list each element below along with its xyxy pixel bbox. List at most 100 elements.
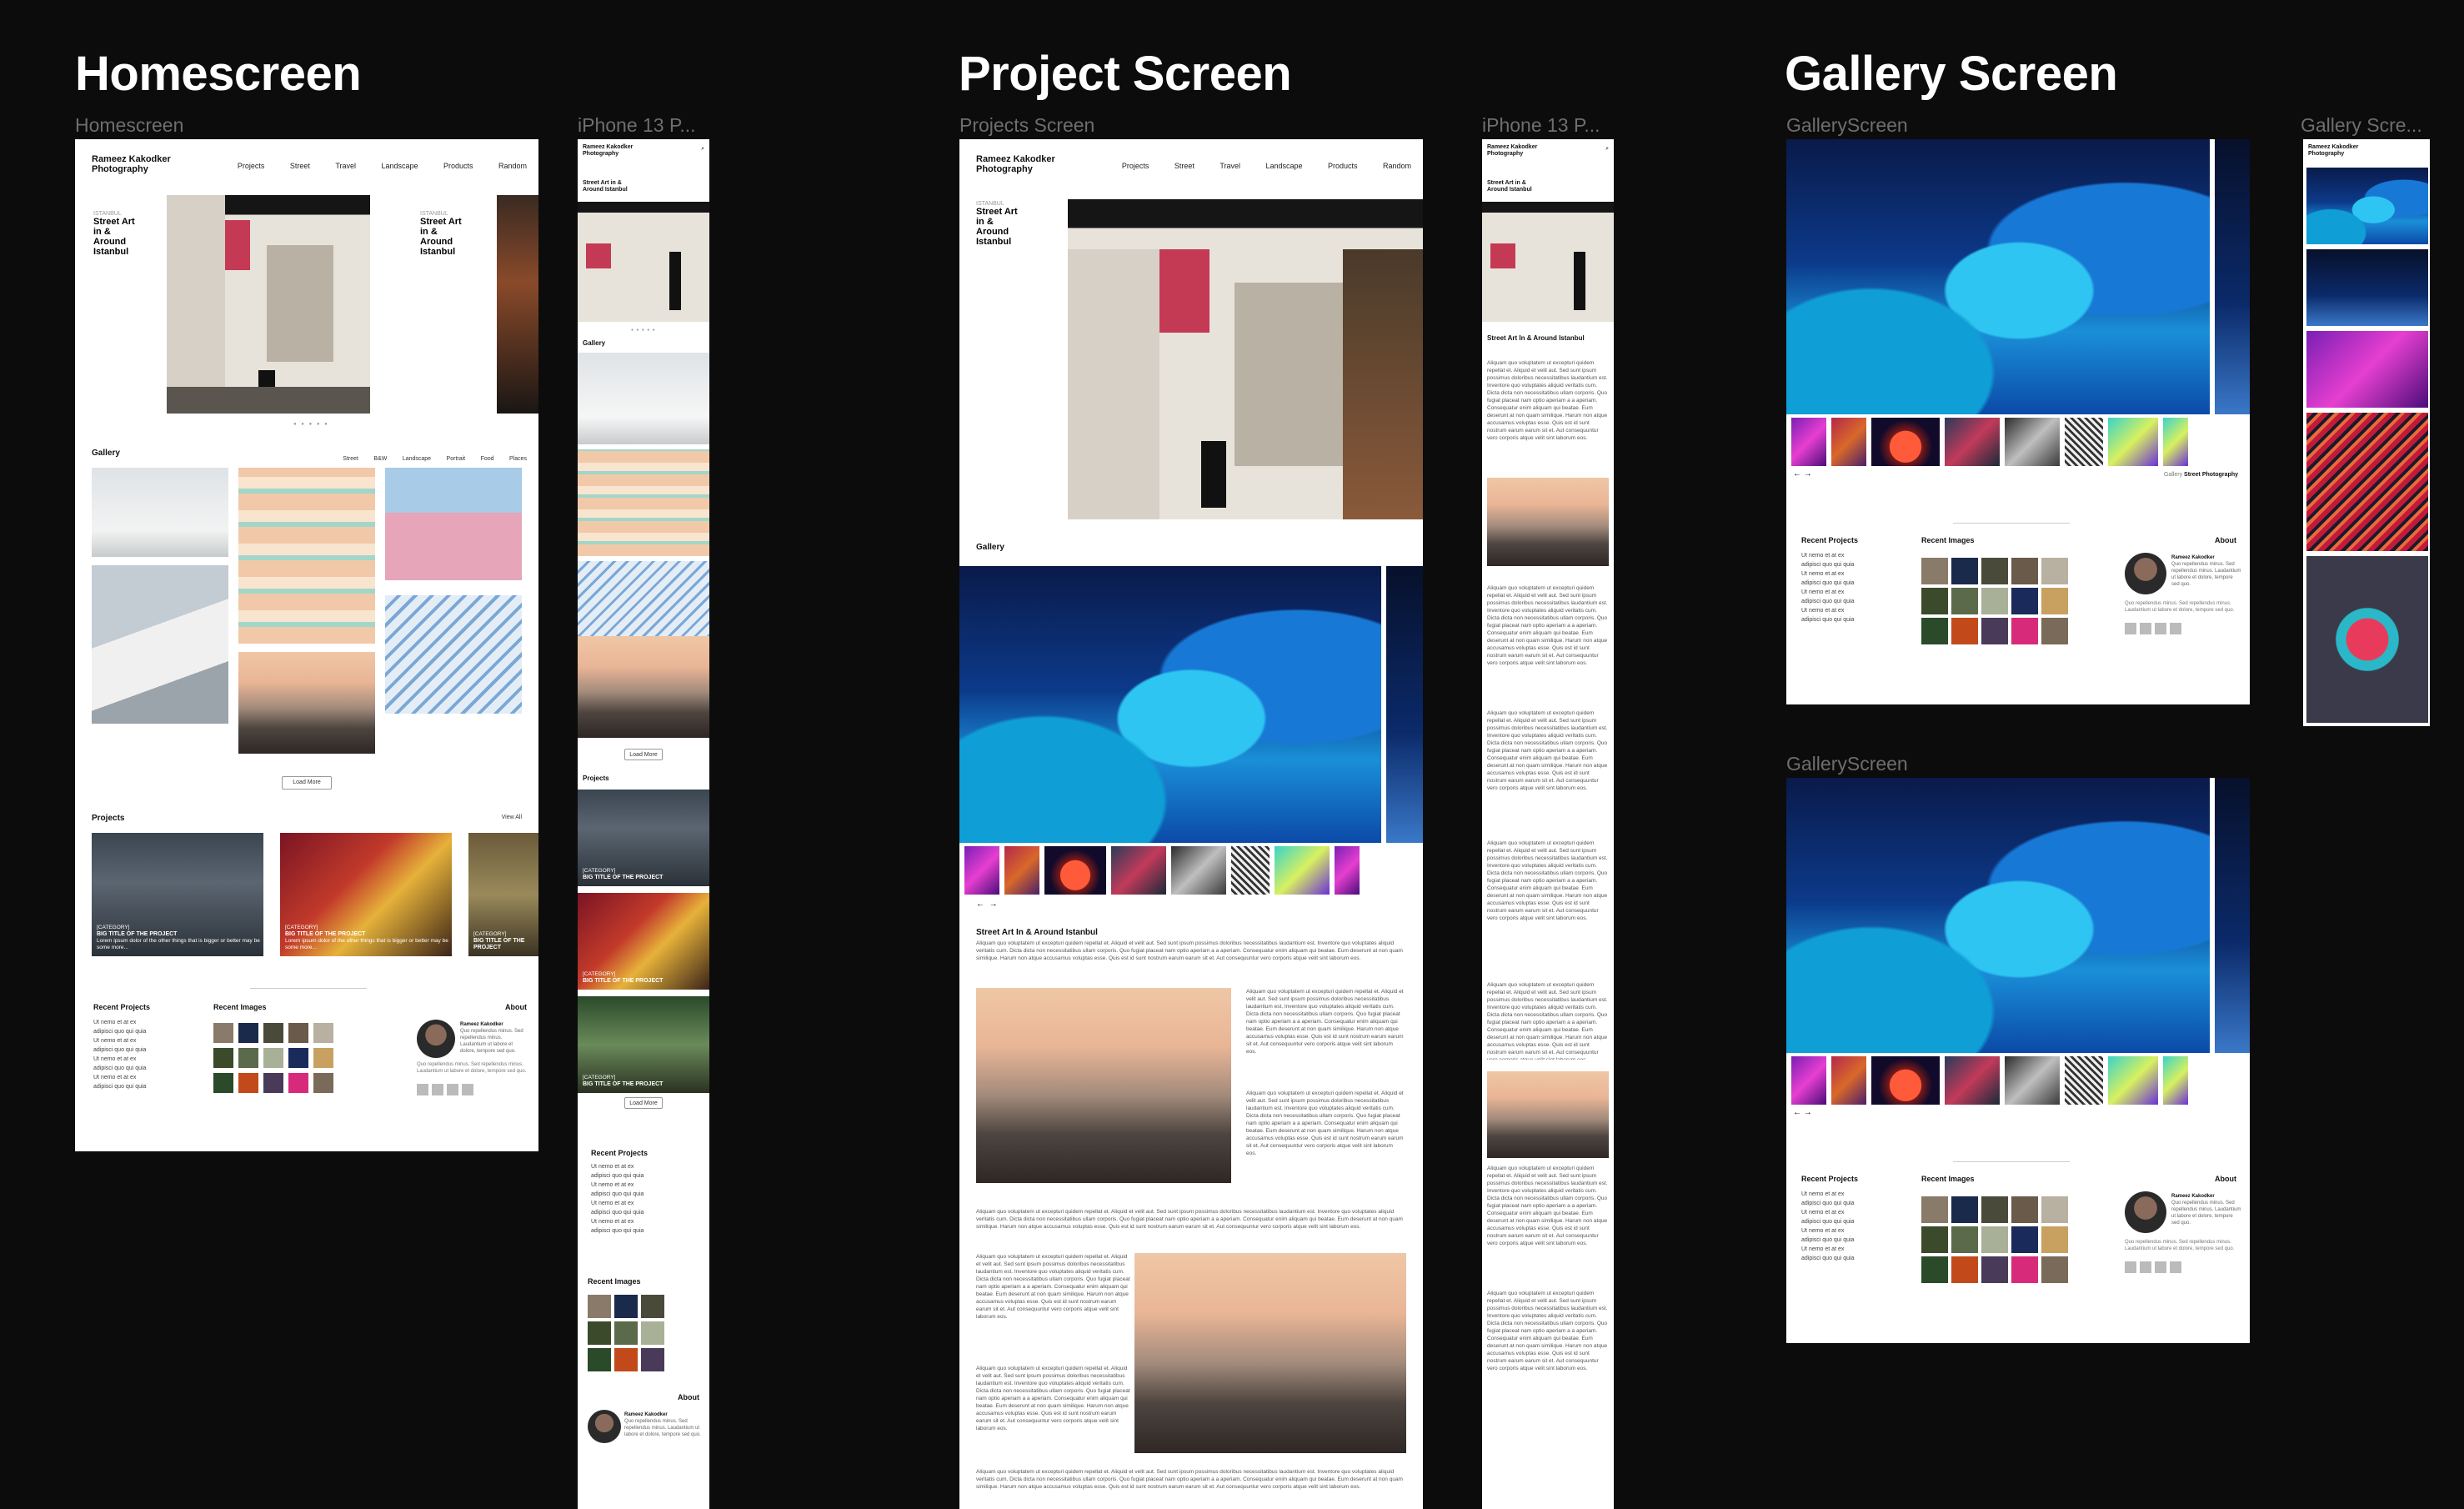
gallery-thumb[interactable]: [2065, 418, 2103, 466]
gallery-image-5[interactable]: [385, 468, 522, 580]
frame-label-project-mobile[interactable]: iPhone 13 P...: [1482, 114, 1600, 137]
frame-label-home-mobile[interactable]: iPhone 13 P...: [578, 114, 696, 137]
gallery2-social-icon[interactable]: [2170, 1261, 2181, 1273]
gallery2-footer-link[interactable]: Ut nemo et at ex: [1801, 1226, 1858, 1236]
gallery2-thumb[interactable]: [2163, 1056, 2188, 1105]
mobile-project-card-2[interactable]: [CATEGORY] BIG TITLE OF THE PROJECT: [578, 893, 709, 990]
gallery2-thumb[interactable]: [1791, 1056, 1826, 1105]
gallery-social-icon[interactable]: [2140, 623, 2151, 634]
project-article-image-1[interactable]: [976, 988, 1231, 1183]
gallery-footer-link[interactable]: adipisci quo qui quia: [1801, 615, 1858, 624]
footer-link[interactable]: adipisci quo qui quia: [93, 1027, 150, 1036]
frame-label-gallery-mobile[interactable]: Gallery Scre...: [2301, 114, 2422, 137]
mobile-recent-image-thumb[interactable]: [588, 1295, 611, 1318]
gallery-main-image[interactable]: [1786, 139, 2210, 414]
gallery2-thumb[interactable]: [2108, 1056, 2158, 1105]
mobile-recent-image-thumb[interactable]: [614, 1295, 638, 1318]
gallery-filter-portrait[interactable]: Portrait: [447, 456, 466, 462]
gallery-image-6[interactable]: [385, 595, 522, 714]
footer-link[interactable]: adipisci quo qui quia: [93, 1064, 150, 1073]
recent-image-thumb[interactable]: [238, 1073, 258, 1093]
mobile-project-card-3[interactable]: [CATEGORY] BIG TITLE OF THE PROJECT: [578, 996, 709, 1093]
gallery-footer-link[interactable]: Ut nemo et at ex: [1801, 569, 1858, 579]
nav-random[interactable]: Random: [498, 162, 527, 170]
gallery-image-2[interactable]: [92, 565, 228, 724]
gallery-footer-link[interactable]: Ut nemo et at ex: [1801, 588, 1858, 597]
gallery-recent-thumb[interactable]: [1951, 588, 1978, 614]
gallery-recent-thumb[interactable]: [1981, 588, 2008, 614]
mobile-footer-link[interactable]: adipisci quo qui quia: [591, 1171, 648, 1181]
projects-view-all-link[interactable]: View All: [502, 815, 522, 820]
gallery-recent-thumb[interactable]: [1981, 558, 2008, 584]
gallery2-footer-link[interactable]: Ut nemo et at ex: [1801, 1245, 1858, 1254]
site-brand[interactable]: Rameez Kakodker Photography: [92, 154, 171, 174]
gallery-thumb[interactable]: [1004, 846, 1039, 895]
hero-image[interactable]: [167, 195, 370, 414]
breadcrumb-root[interactable]: Gallery: [2164, 472, 2182, 478]
footer-link[interactable]: adipisci quo qui quia: [93, 1082, 150, 1091]
gallery-next-image[interactable]: [2215, 139, 2250, 414]
gallery-mobile-image-3[interactable]: [2306, 331, 2428, 408]
next-arrow-icon[interactable]: →: [989, 900, 998, 909]
mobile-recent-image-thumb[interactable]: [614, 1321, 638, 1345]
project-card-3[interactable]: [CATEGORY] BIG TITLE OF THE PROJECT: [468, 833, 538, 956]
gallery2-thumb[interactable]: [1831, 1056, 1866, 1105]
gallery-footer-link[interactable]: adipisci quo qui quia: [1801, 560, 1858, 569]
recent-image-thumb[interactable]: [213, 1073, 233, 1093]
project-card-1[interactable]: [CATEGORY] BIG TITLE OF THE PROJECT Lore…: [92, 833, 263, 956]
nav-products[interactable]: Products: [443, 162, 473, 170]
gallery2-footer-link[interactable]: adipisci quo qui quia: [1801, 1199, 1858, 1208]
hero-image-next[interactable]: [497, 195, 538, 414]
gallery2-recent-thumb[interactable]: [2011, 1196, 2038, 1223]
gallery-filter-bw[interactable]: B&W: [373, 456, 387, 462]
project-nav-random[interactable]: Random: [1383, 162, 1411, 170]
mobile-footer-link[interactable]: adipisci quo qui quia: [591, 1208, 648, 1217]
gallery-social-icon[interactable]: [2170, 623, 2181, 634]
mobile-recent-image-thumb[interactable]: [641, 1321, 664, 1345]
gallery-thumb[interactable]: [2163, 418, 2188, 466]
load-more-button[interactable]: Load More: [282, 776, 332, 790]
mobile-recent-image-thumb[interactable]: [641, 1295, 664, 1318]
gallery-social-icon[interactable]: [2125, 623, 2136, 634]
nav-travel[interactable]: Travel: [335, 162, 356, 170]
gallery2-social-icon[interactable]: [2140, 1261, 2151, 1273]
recent-image-thumb[interactable]: [263, 1023, 283, 1043]
recent-image-thumb[interactable]: [288, 1023, 308, 1043]
gallery-recent-thumb[interactable]: [1921, 588, 1948, 614]
gallery2-footer-link[interactable]: Ut nemo et at ex: [1801, 1190, 1858, 1199]
recent-image-thumb[interactable]: [263, 1073, 283, 1093]
footer-link[interactable]: adipisci quo qui quia: [93, 1045, 150, 1055]
project-mobile-image-1[interactable]: [1487, 478, 1609, 566]
mobile-footer-link[interactable]: Ut nemo et at ex: [591, 1199, 648, 1208]
gallery-mobile-image-2[interactable]: [2306, 249, 2428, 326]
gallery2-recent-thumb[interactable]: [1981, 1226, 2008, 1253]
frame-label-gallery-desktop-2[interactable]: GalleryScreen: [1786, 753, 1908, 775]
gallery-thumb[interactable]: [1335, 846, 1360, 895]
project-article-image-2[interactable]: [1134, 1253, 1406, 1453]
nav-street[interactable]: Street: [290, 162, 310, 170]
gallery-thumb[interactable]: [1231, 846, 1270, 895]
gallery-thumb[interactable]: [1111, 846, 1166, 895]
mobile-recent-image-thumb[interactable]: [588, 1321, 611, 1345]
mobile-recent-image-thumb[interactable]: [641, 1348, 664, 1371]
gallery2-recent-thumb[interactable]: [2041, 1196, 2068, 1223]
gallery2-footer-link[interactable]: Ut nemo et at ex: [1801, 1208, 1858, 1217]
mobile-brand[interactable]: Rameez Kakodker Photography: [583, 144, 633, 158]
gallery-image-3[interactable]: [238, 468, 375, 644]
project-nav-products[interactable]: Products: [1328, 162, 1358, 170]
gallery-thumb[interactable]: [1044, 846, 1106, 895]
gallery-thumb[interactable]: [964, 846, 999, 895]
social-icon[interactable]: [417, 1084, 428, 1095]
gallery-recent-thumb[interactable]: [1951, 618, 1978, 644]
project-gallery-main-image[interactable]: [959, 566, 1381, 843]
gallery-image-4[interactable]: [238, 652, 375, 754]
gallery2-recent-thumb[interactable]: [2041, 1226, 2068, 1253]
recent-image-thumb[interactable]: [313, 1048, 333, 1068]
gallery-thumb[interactable]: [1275, 846, 1330, 895]
project-mobile-search-icon[interactable]: ⌕: [1605, 146, 1609, 153]
project-mobile-brand[interactable]: Rameez Kakodker Photography: [1487, 144, 1537, 158]
mobile-project-card-1[interactable]: [CATEGORY] BIG TITLE OF THE PROJECT: [578, 790, 709, 886]
gallery2-next-image[interactable]: [2215, 778, 2250, 1053]
gallery-thumb[interactable]: [2108, 418, 2158, 466]
gallery-recent-thumb[interactable]: [2041, 558, 2068, 584]
